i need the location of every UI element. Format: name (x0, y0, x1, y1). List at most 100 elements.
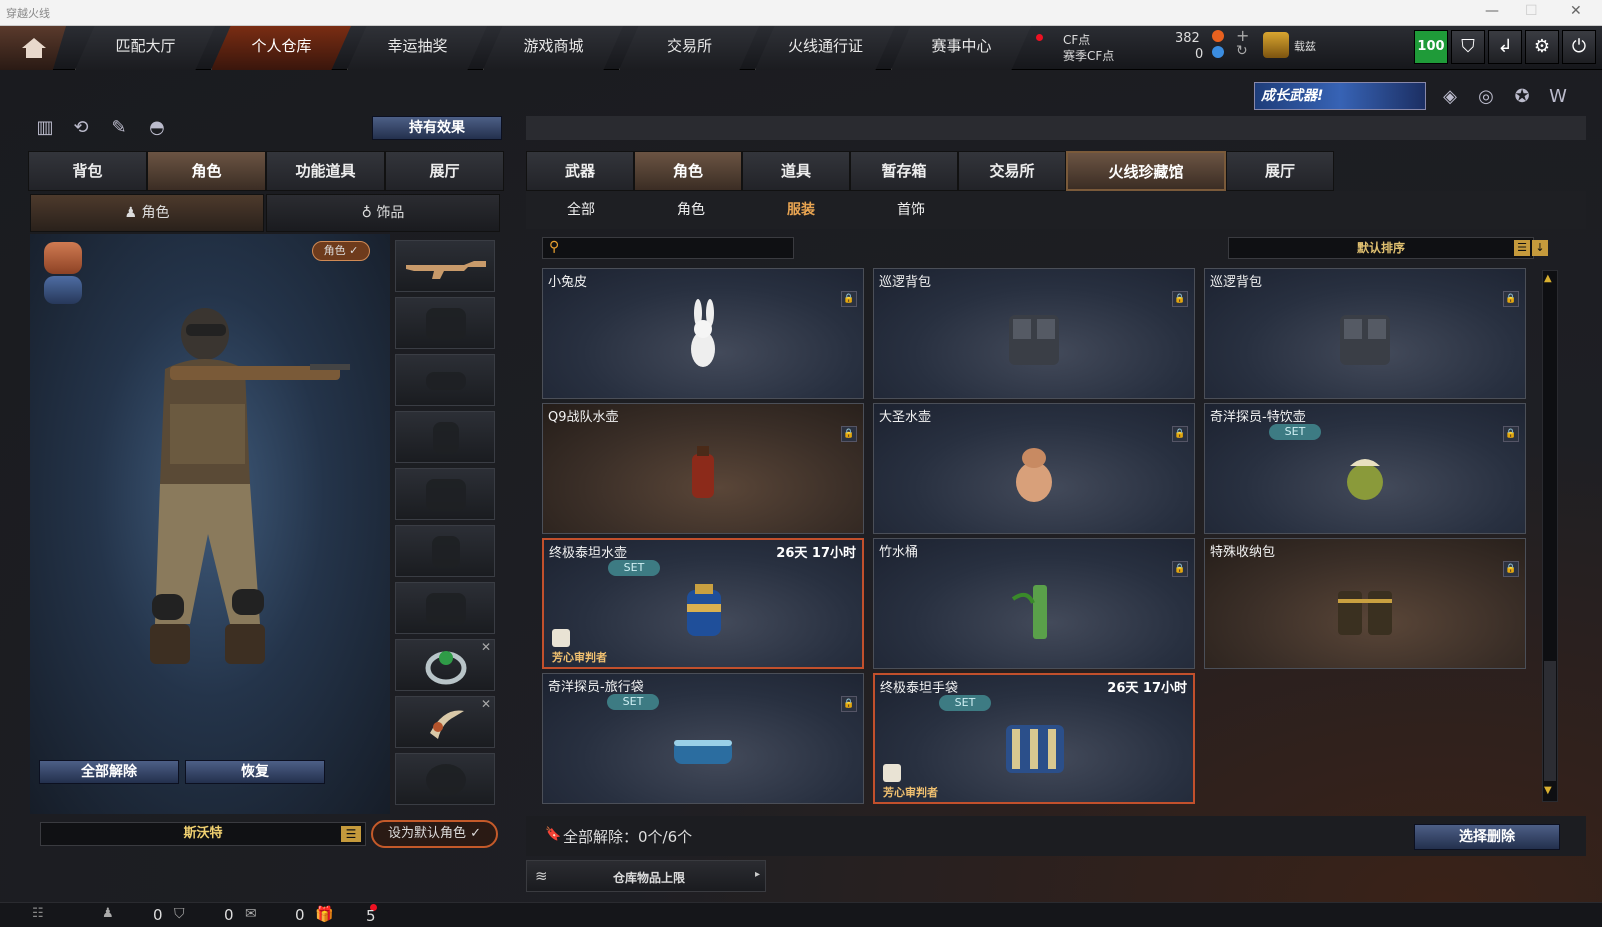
tab-weapon[interactable]: 武器 (526, 151, 634, 191)
sort-dropdown[interactable]: 默认排序 (1228, 237, 1534, 259)
item-card[interactable]: Q9战队水壶 🔒 (542, 403, 864, 534)
item-card[interactable]: 大圣水壶 🔒 (873, 403, 1195, 534)
lock-icon: 🔒 (1172, 561, 1188, 577)
sort-direction-icon[interactable]: ↓ (1532, 240, 1548, 256)
expand-arrow-icon: ▸ (755, 869, 761, 880)
tab-function-items[interactable]: 功能道具 (266, 151, 385, 191)
globe-icon[interactable]: ◎ (1472, 83, 1500, 111)
unequip-icon[interactable]: ✕ (481, 640, 491, 654)
nav-tab-lucky-draw[interactable]: 幸运抽奖 (347, 26, 487, 70)
nav-tab-match-hall[interactable]: 匹配大厅 (75, 26, 215, 70)
slot-weapon[interactable] (395, 240, 495, 292)
list-menu-icon[interactable]: ☰ (341, 826, 361, 842)
nav-tab-personal-warehouse[interactable]: 个人仓库 (211, 26, 351, 70)
nav-tab-game-mall[interactable]: 游戏商城 (483, 26, 623, 70)
close-icon[interactable]: ✕ (1570, 3, 1582, 19)
subtab-clothing[interactable]: 服装 (746, 192, 856, 228)
warehouse-limit-bar[interactable]: ≋ 仓库物品上限 ▸ (526, 860, 766, 892)
subtab-character[interactable]: ♟ 角色 (30, 194, 264, 232)
top-nav: 匹配大厅 个人仓库 幸运抽奖 游戏商城 交易所 火线通行证 赛事中心 CF点 赛… (0, 26, 1602, 70)
gift-icon[interactable]: 🎁 (315, 905, 334, 923)
nav-tab-exchange[interactable]: 交易所 (619, 26, 759, 70)
slot-back[interactable] (395, 468, 495, 520)
tab-collection[interactable]: 火线珍藏馆 (1066, 151, 1226, 191)
titan-canteen-icon (687, 584, 721, 636)
minimize-icon[interactable]: — (1485, 3, 1499, 19)
item-name: 小兔皮 (548, 275, 588, 290)
slot-glove[interactable] (395, 753, 495, 805)
item-card[interactable]: 奇洋探员-特饮壶 SET 🔒 (1204, 403, 1526, 534)
nav-tab-event-center[interactable]: 赛事中心 (891, 26, 1031, 70)
subtab-jewelry[interactable]: 首饰 (856, 192, 966, 228)
slot-body[interactable] (395, 411, 495, 463)
patrol-backpack-icon (1340, 315, 1390, 365)
scroll-up-icon[interactable]: ▲ (1544, 273, 1552, 284)
subtab-all[interactable]: 全部 (526, 192, 636, 228)
ranking-icon[interactable]: ▥ (31, 114, 59, 142)
item-card[interactable]: 终极泰坦水壶 26天 17小时 SET 芳心审判者 (542, 538, 864, 669)
shield-menu-button[interactable]: ⛉ (1451, 30, 1485, 64)
maximize-icon[interactable]: ☐ (1525, 3, 1538, 19)
item-card[interactable]: 奇洋探员-旅行袋 SET 🔒 (542, 673, 864, 804)
item-card[interactable]: 终极泰坦手袋 26天 17小时 SET 芳心审判者 (873, 673, 1195, 804)
search-input[interactable] (569, 239, 789, 257)
faction-eagle-icon[interactable] (44, 242, 82, 274)
tab-showroom[interactable]: 展厅 (385, 151, 504, 191)
scroll-down-icon[interactable]: ▼ (1544, 785, 1552, 796)
medal-icon[interactable]: ✪ (1508, 83, 1536, 111)
character-edit-icon[interactable]: ✎ (105, 114, 133, 142)
menu-icon[interactable]: ☷ (32, 906, 44, 921)
switch-button[interactable]: ↲ (1488, 30, 1522, 64)
level-badge[interactable]: 100 (1414, 30, 1448, 64)
unequip-icon[interactable]: ✕ (481, 697, 491, 711)
tab-right-exchange[interactable]: 交易所 (958, 151, 1066, 191)
scroll-thumb[interactable] (1544, 661, 1556, 781)
tab-character[interactable]: 角色 (147, 151, 266, 191)
item-card[interactable]: 巡逻背包 🔒 (873, 268, 1195, 399)
power-button[interactable]: ⏻ (1562, 30, 1596, 64)
tab-backpack[interactable]: 背包 (28, 151, 147, 191)
nav-tab-battle-pass[interactable]: 火线通行证 (755, 26, 895, 70)
item-card[interactable]: 巡逻背包 🔒 (1204, 268, 1526, 399)
badge-icon[interactable]: ◈ (1436, 83, 1464, 111)
scrollbar[interactable]: ▲ ▼ (1542, 270, 1558, 802)
wings-icon[interactable]: W (1544, 83, 1572, 111)
item-card[interactable]: 竹水桶 🔒 (873, 538, 1195, 669)
slot-bag[interactable] (395, 582, 495, 634)
sort-list-icon[interactable]: ☰ (1514, 240, 1530, 256)
rank-emblem-icon (1263, 32, 1289, 58)
character-preview[interactable]: 角色 ✓ 全部解除 恢复 (30, 234, 390, 814)
role-badge[interactable]: 角色 ✓ (312, 241, 370, 261)
restore-button[interactable]: 恢复 (185, 760, 325, 784)
chat-icon[interactable]: ✉ (245, 906, 257, 922)
slot-bracelet[interactable]: ✕ (395, 696, 495, 748)
item-card[interactable]: 小兔皮 🔒 (542, 268, 864, 399)
item-card[interactable]: 特殊收纳包 🔒 (1204, 538, 1526, 669)
slot-face[interactable] (395, 354, 495, 406)
subtab-role[interactable]: 角色 (636, 192, 746, 228)
release-all-button[interactable]: 全部解除 (39, 760, 179, 784)
settings-button[interactable]: ⚙ (1525, 30, 1559, 64)
tab-storage[interactable]: 暂存箱 (850, 151, 958, 191)
history-icon[interactable]: ⟲ (67, 114, 95, 142)
tab-items[interactable]: 道具 (742, 151, 850, 191)
friends-icon[interactable]: ♟ (102, 906, 114, 921)
clan-shield-icon[interactable]: ⛉ (174, 906, 185, 922)
subtab-accessory-label: 饰品 (376, 205, 405, 221)
effect-button[interactable]: 持有效果 (372, 116, 502, 140)
slot-ring[interactable]: ✕ (395, 639, 495, 691)
glove-icon (426, 764, 466, 796)
subtab-accessory[interactable]: ♁ 饰品 (266, 194, 500, 232)
tab-right-showroom[interactable]: 展厅 (1226, 151, 1334, 191)
tab-right-character[interactable]: 角色 (634, 151, 742, 191)
home-button[interactable] (0, 26, 66, 70)
refresh-icon[interactable]: ↻ (1236, 43, 1248, 59)
grenade-icon[interactable]: ◓ (143, 114, 171, 142)
set-default-button[interactable]: 设为默认角色 ✓ (371, 820, 498, 848)
judge-label: 芳心审判者 (552, 651, 607, 664)
slot-bottle[interactable] (395, 525, 495, 577)
slot-head[interactable] (395, 297, 495, 349)
select-delete-button[interactable]: 选择删除 (1414, 824, 1560, 850)
faction-wings-icon[interactable] (44, 276, 82, 304)
promo-banner[interactable]: 成长武器! (1254, 82, 1426, 110)
